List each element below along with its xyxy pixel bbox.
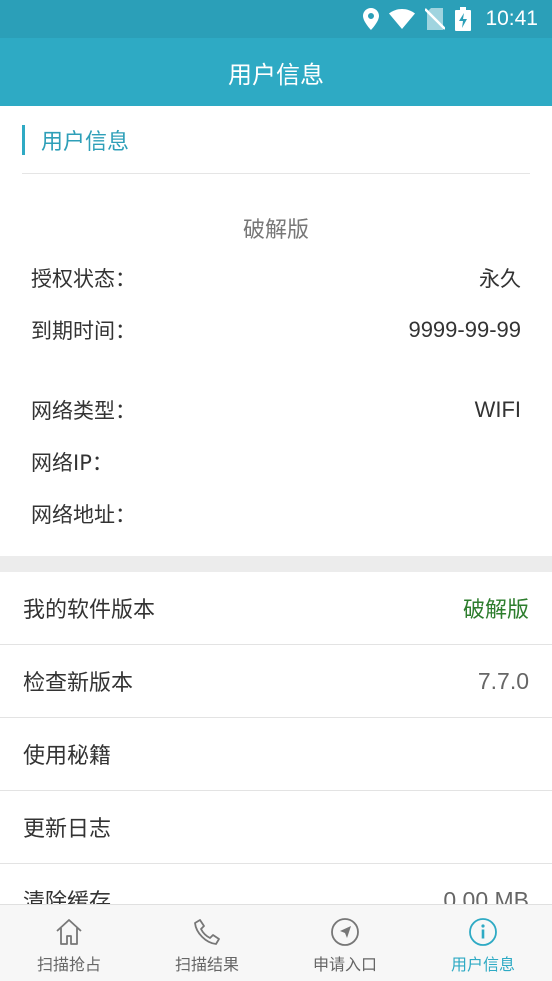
tips-label: 使用秘籍 — [23, 744, 112, 769]
section-accent-bar — [22, 125, 25, 155]
check-update-row[interactable]: 检查新版本 7.7.0 — [0, 645, 552, 718]
battery-charging-icon — [455, 7, 472, 31]
network-address-row: 网络地址： — [31, 497, 521, 531]
edition-label: 破解版 — [242, 218, 309, 243]
network-ip-label: 网络IP： — [31, 451, 113, 475]
phone-icon — [192, 917, 222, 951]
network-type-row: 网络类型： WIFI — [31, 393, 521, 427]
home-icon — [54, 917, 84, 951]
nav-item-scan-results[interactable]: 扫描结果 — [138, 905, 276, 981]
wifi-icon — [389, 9, 416, 29]
check-update-value: 7.7.0 — [477, 667, 529, 694]
location-icon — [363, 8, 380, 30]
section-divider — [22, 173, 530, 174]
network-address-label: 网络地址： — [31, 503, 136, 527]
section-title: 用户信息 — [41, 130, 130, 155]
network-ip-row: 网络IP： — [31, 445, 521, 479]
tips-row[interactable]: 使用秘籍 — [0, 718, 552, 791]
auth-status-value: 永久 — [479, 267, 521, 291]
nav-label: 申请入口 — [312, 955, 377, 974]
navigation-icon — [330, 917, 360, 951]
info-icon — [468, 917, 498, 951]
status-icons: 10:41 — [363, 6, 538, 32]
software-version-label: 我的软件版本 — [23, 598, 156, 623]
nav-label: 扫描结果 — [174, 955, 239, 974]
status-time: 10:41 — [485, 7, 538, 30]
bottom-nav: 扫描抢占 扫描结果 申请入口 用户信息 — [0, 904, 552, 981]
changelog-row[interactable]: 更新日志 — [0, 791, 552, 864]
auth-status-row: 授权状态： 永久 — [31, 261, 521, 295]
auth-status-label: 授权状态： — [31, 267, 136, 291]
expiry-row: 到期时间： 9999-99-99 — [31, 313, 521, 347]
section-separator — [0, 556, 552, 572]
software-version-value: 破解版 — [462, 598, 529, 623]
check-update-label: 检查新版本 — [23, 671, 134, 696]
no-sim-icon — [425, 8, 446, 30]
software-version-row[interactable]: 我的软件版本 破解版 — [0, 572, 552, 645]
expiry-value: 9999-99-99 — [408, 317, 521, 342]
status-bar: 10:41 — [0, 0, 552, 38]
nav-item-user-info[interactable]: 用户信息 — [414, 905, 552, 981]
network-type-label: 网络类型： — [31, 399, 136, 423]
nav-label: 用户信息 — [450, 955, 515, 974]
changelog-label: 更新日志 — [23, 817, 112, 842]
nav-label: 扫描抢占 — [36, 955, 101, 974]
section-header: 用户信息 — [22, 124, 129, 156]
nav-item-apply-entry[interactable]: 申请入口 — [276, 905, 414, 981]
nav-item-scan-grab[interactable]: 扫描抢占 — [0, 905, 138, 981]
expiry-label: 到期时间： — [31, 319, 136, 343]
network-type-value: WIFI — [474, 397, 521, 422]
page-title: 用户信息 — [0, 38, 552, 106]
